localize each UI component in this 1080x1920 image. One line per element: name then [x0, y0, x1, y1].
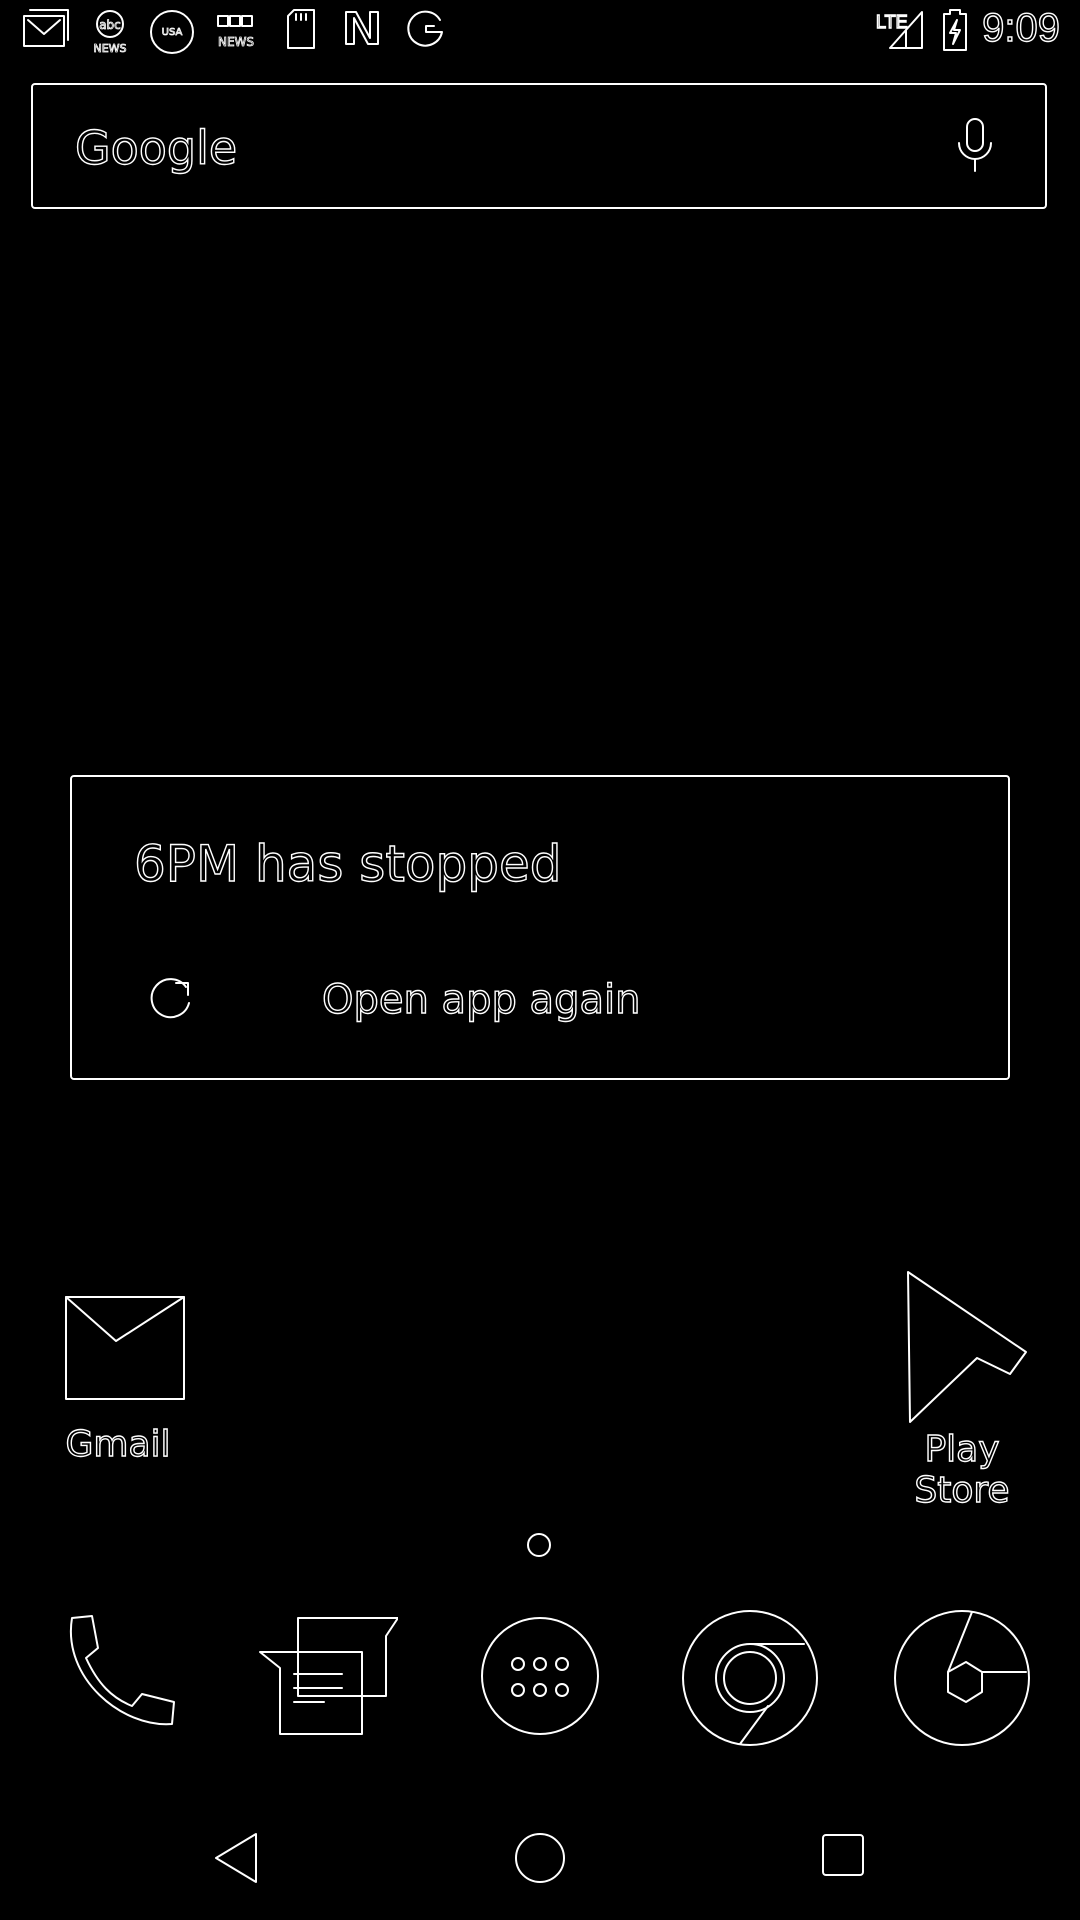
- messages-app[interactable]: [258, 1608, 399, 1743]
- gmail-icon: [22, 8, 70, 55]
- open-app-again-button[interactable]: Open app again: [112, 955, 712, 1051]
- usa-today-icon: USA: [148, 8, 196, 61]
- google-search-bar[interactable]: Google: [31, 83, 1047, 209]
- camera-icon: [892, 1610, 1032, 1752]
- open-app-again-label: Open app again: [321, 976, 641, 1023]
- play-store-app[interactable]: Play Store: [872, 1268, 1052, 1512]
- signal-icon: [886, 8, 926, 57]
- back-icon[interactable]: [212, 1830, 262, 1891]
- messages-icon: [258, 1617, 399, 1742]
- bbc-news-icon: NEWS: [212, 8, 260, 61]
- battery-charging-icon: [940, 8, 970, 57]
- refresh-icon: [142, 971, 198, 1032]
- svg-text:NEWS: NEWS: [218, 35, 254, 49]
- gmail-icon: [48, 1296, 188, 1409]
- play-store-label: Play Store: [914, 1428, 1011, 1511]
- chrome-app[interactable]: [680, 1608, 820, 1753]
- app-drawer-icon: [476, 1617, 606, 1742]
- mic-icon[interactable]: [953, 115, 997, 182]
- abc-news-icon: abc NEWS: [88, 8, 136, 61]
- phone-icon: [52, 1615, 182, 1742]
- page-indicator: [527, 1533, 551, 1557]
- home-icon[interactable]: [512, 1830, 568, 1891]
- gmail-label: Gmail: [65, 1423, 171, 1465]
- recents-icon[interactable]: [818, 1830, 868, 1885]
- gmail-app[interactable]: Gmail: [28, 1285, 208, 1466]
- sd-card-icon: [284, 8, 318, 57]
- svg-text:NEWS: NEWS: [93, 42, 126, 55]
- navigation-bar: [0, 1800, 1080, 1920]
- app-stopped-dialog: 6PM has stopped Open app again: [70, 775, 1010, 1080]
- phone-app[interactable]: [52, 1608, 182, 1743]
- chrome-icon: [680, 1610, 820, 1752]
- google-logo: Google: [74, 120, 238, 175]
- app-drawer[interactable]: [476, 1608, 606, 1743]
- svg-text:abc: abc: [99, 18, 121, 32]
- clock-time: 9:09: [981, 5, 1060, 50]
- google-icon: [404, 8, 446, 55]
- status-bar[interactable]: abc NEWS USA NEWS LTE 9:09: [0, 0, 1080, 64]
- dialog-title: 6PM has stopped: [133, 834, 562, 893]
- svg-text:USA: USA: [162, 27, 183, 38]
- news-icon: [342, 8, 382, 53]
- camera-app[interactable]: [892, 1608, 1032, 1753]
